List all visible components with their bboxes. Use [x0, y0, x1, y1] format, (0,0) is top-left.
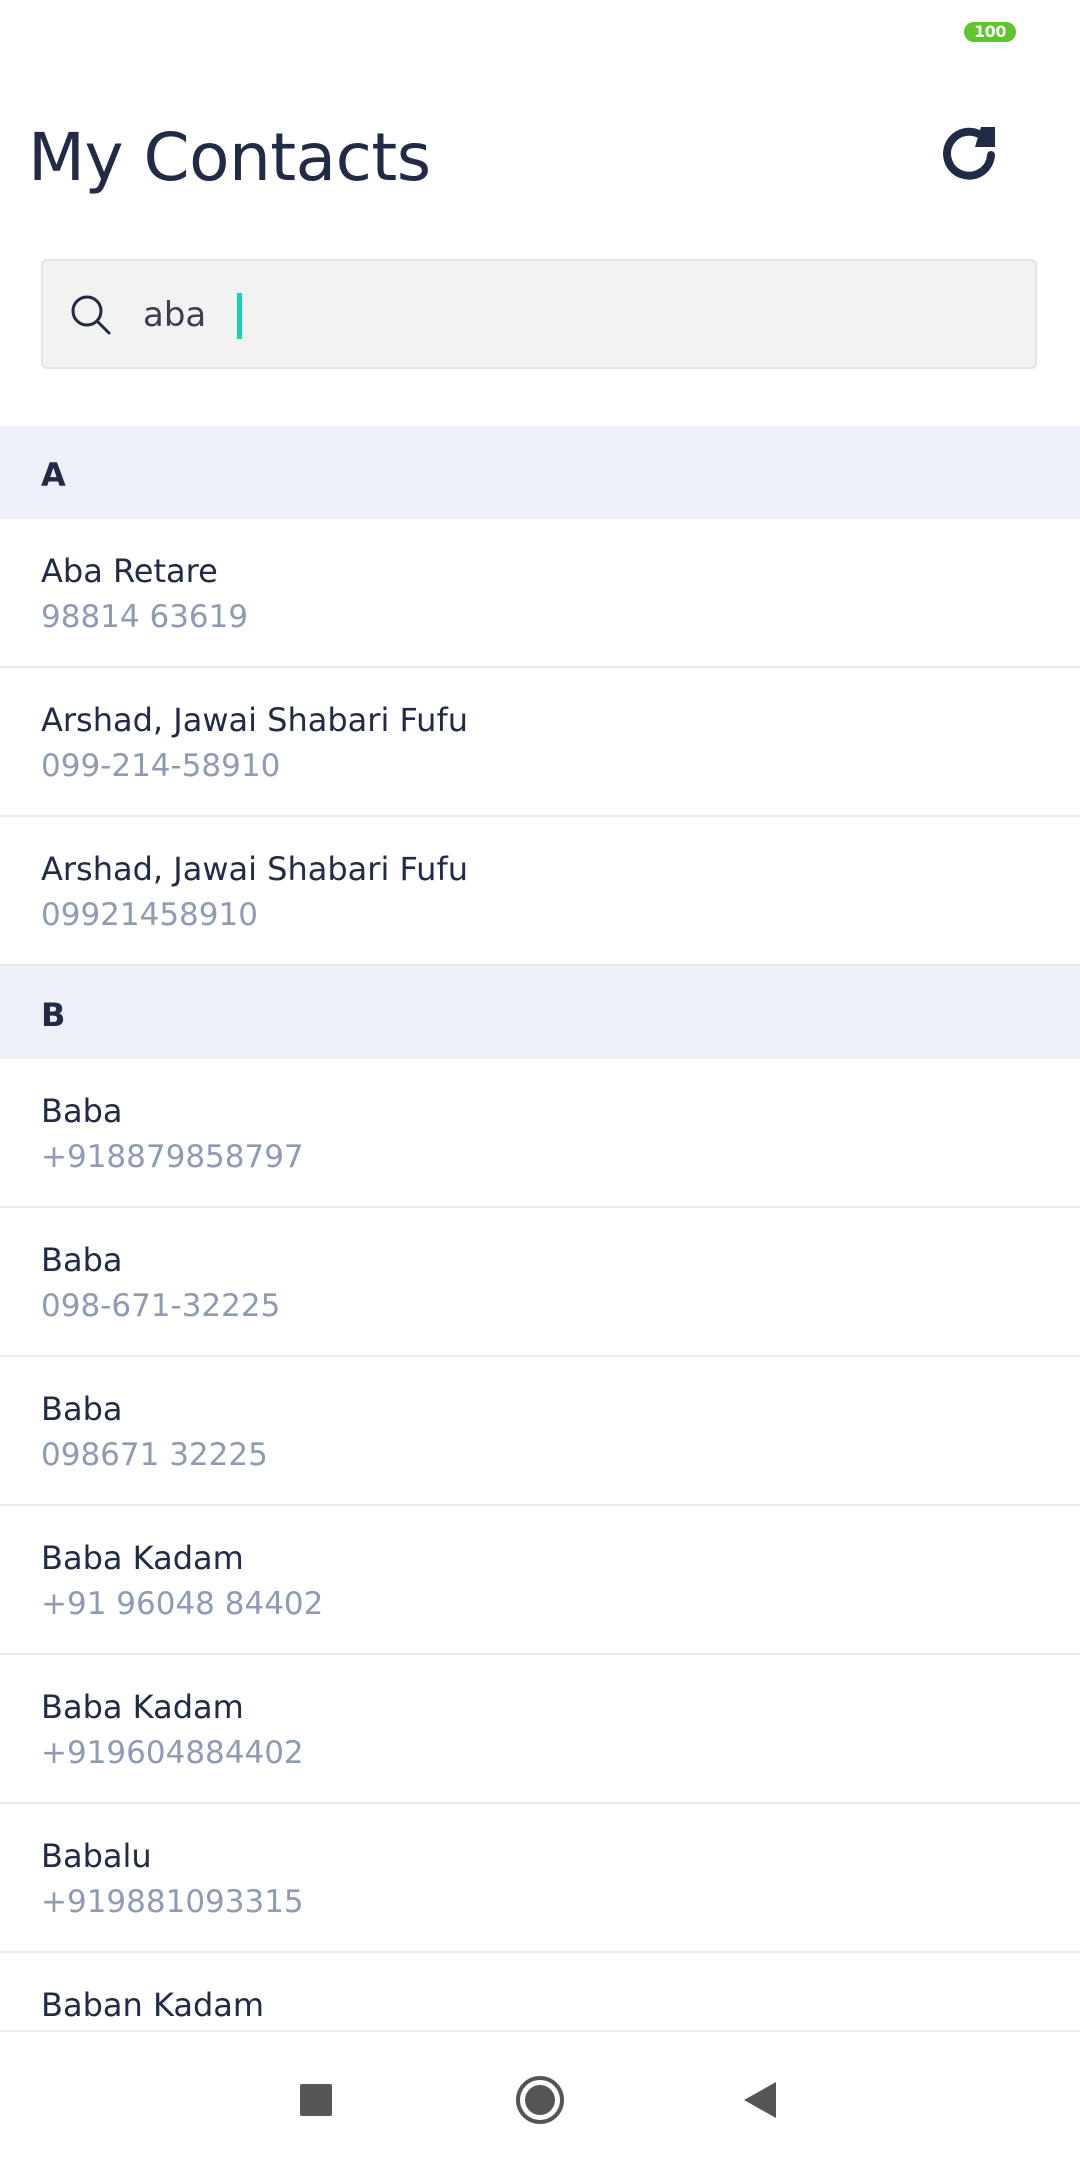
battery-icon: 100 [964, 22, 1016, 42]
contact-row[interactable]: Arshad, Jawai Shabari Fufu 099-214-58910 [0, 668, 1080, 817]
contact-row[interactable]: Baba 098671 32225 [0, 1357, 1080, 1506]
contact-row[interactable]: Baban Kadam [0, 1953, 1080, 2030]
contact-name: Baba [41, 1092, 123, 1130]
contact-row[interactable]: Babalu +919881093315 [0, 1804, 1080, 1953]
square-icon [300, 2084, 332, 2116]
contact-name: Baba Kadam [41, 1539, 244, 1577]
contact-phone: +919881093315 [41, 1884, 304, 1920]
contact-row[interactable]: Aba Retare 98814 63619 [0, 519, 1080, 668]
contact-phone: 09921458910 [41, 897, 258, 933]
contact-row[interactable]: Arshad, Jawai Shabari Fufu 09921458910 [0, 817, 1080, 966]
search-bar[interactable] [41, 259, 1037, 369]
contact-phone: +919604884402 [41, 1735, 304, 1771]
contact-phone: 98814 63619 [41, 599, 249, 635]
contact-name: Arshad, Jawai Shabari Fufu [41, 850, 468, 888]
contact-name: Babalu [41, 1837, 152, 1875]
header: My Contacts [0, 90, 1080, 230]
contact-name: Baba [41, 1241, 123, 1279]
contact-name: Baba Kadam [41, 1688, 244, 1726]
contact-name: Baban Kadam [41, 1986, 265, 2024]
contact-phone: 098-671-32225 [41, 1288, 281, 1324]
navigation-bar [0, 2030, 1080, 2162]
contact-row[interactable]: Baba +918879858797 [0, 1059, 1080, 1208]
refresh-icon [943, 127, 995, 180]
contact-phone: +918879858797 [41, 1139, 304, 1175]
recents-button[interactable] [286, 2070, 346, 2130]
contact-phone: 098671 32225 [41, 1437, 268, 1473]
section-header-a: A [0, 426, 1080, 519]
triangle-back-icon [744, 2082, 776, 2118]
contact-phone: 099-214-58910 [41, 748, 281, 784]
text-caret [237, 293, 242, 339]
search-input[interactable] [139, 279, 1007, 351]
refresh-button[interactable] [926, 108, 1012, 194]
contact-phone: +91 96048 84402 [41, 1586, 324, 1622]
contact-row[interactable]: Baba Kadam +919604884402 [0, 1655, 1080, 1804]
contact-row[interactable]: Baba 098-671-32225 [0, 1208, 1080, 1357]
contacts-list[interactable]: A Aba Retare 98814 63619 Arshad, Jawai S… [0, 426, 1080, 2030]
home-button[interactable] [510, 2070, 570, 2130]
contact-row[interactable]: Baba Kadam +91 96048 84402 [0, 1506, 1080, 1655]
circle-icon [516, 2076, 564, 2124]
back-button[interactable] [730, 2070, 790, 2130]
search-icon [71, 295, 111, 335]
section-header-b: B [0, 966, 1080, 1059]
contact-name: Aba Retare [41, 552, 218, 590]
contact-name: Baba [41, 1390, 123, 1428]
page-title: My Contacts [28, 119, 431, 196]
contact-name: Arshad, Jawai Shabari Fufu [41, 701, 468, 739]
status-bar: 100 [0, 0, 1080, 66]
